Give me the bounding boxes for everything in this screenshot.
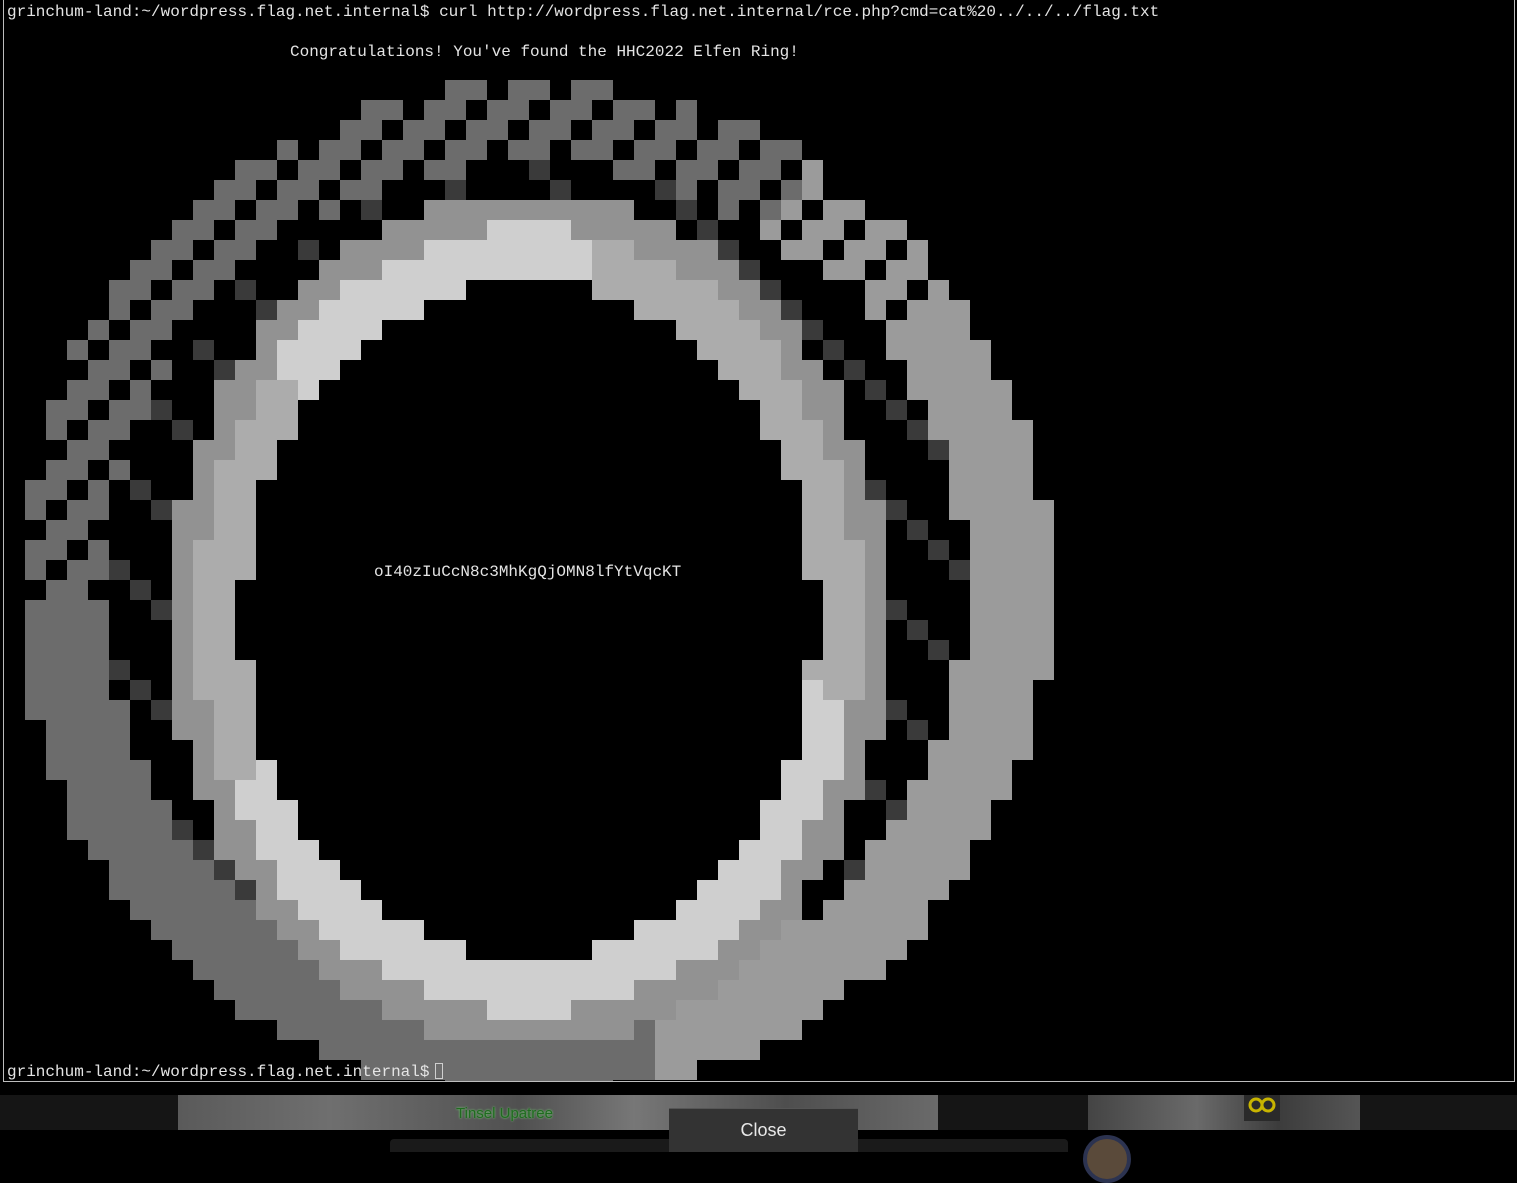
command-line: grinchum-land:~/wordpress.flag.net.inter… (7, 2, 1159, 22)
npc-name-label[interactable]: Tinsel Upatree (456, 1105, 553, 1122)
terminal-window[interactable]: grinchum-land:~/wordpress.flag.net.inter… (3, 0, 1515, 1082)
gear-icon[interactable] (1244, 1095, 1280, 1121)
shell-prompt: grinchum-land:~/wordpress.flag.net.inter… (7, 1063, 430, 1081)
scene-panel (1088, 1095, 1360, 1130)
elfen-ring-art (4, 0, 1514, 1081)
command-prompt: grinchum-land:~/wordpress.flag.net.inter… (7, 3, 440, 21)
game-footer: Tinsel Upatree Close (0, 1083, 1517, 1183)
text-cursor (435, 1063, 444, 1079)
flag-value: oI40zIuCcN8c3MhKgQjOMN8lfYtVqcKT (374, 563, 682, 581)
ring-texture (4, 0, 1514, 1081)
command-text: curl http://wordpress.flag.net.internal/… (439, 3, 1160, 21)
prompt-line[interactable]: grinchum-land:~/wordpress.flag.net.inter… (7, 1062, 444, 1081)
congratulations-message: Congratulations! You've found the HHC202… (290, 43, 799, 61)
avatar[interactable] (1083, 1135, 1131, 1183)
close-button[interactable]: Close (669, 1108, 858, 1152)
